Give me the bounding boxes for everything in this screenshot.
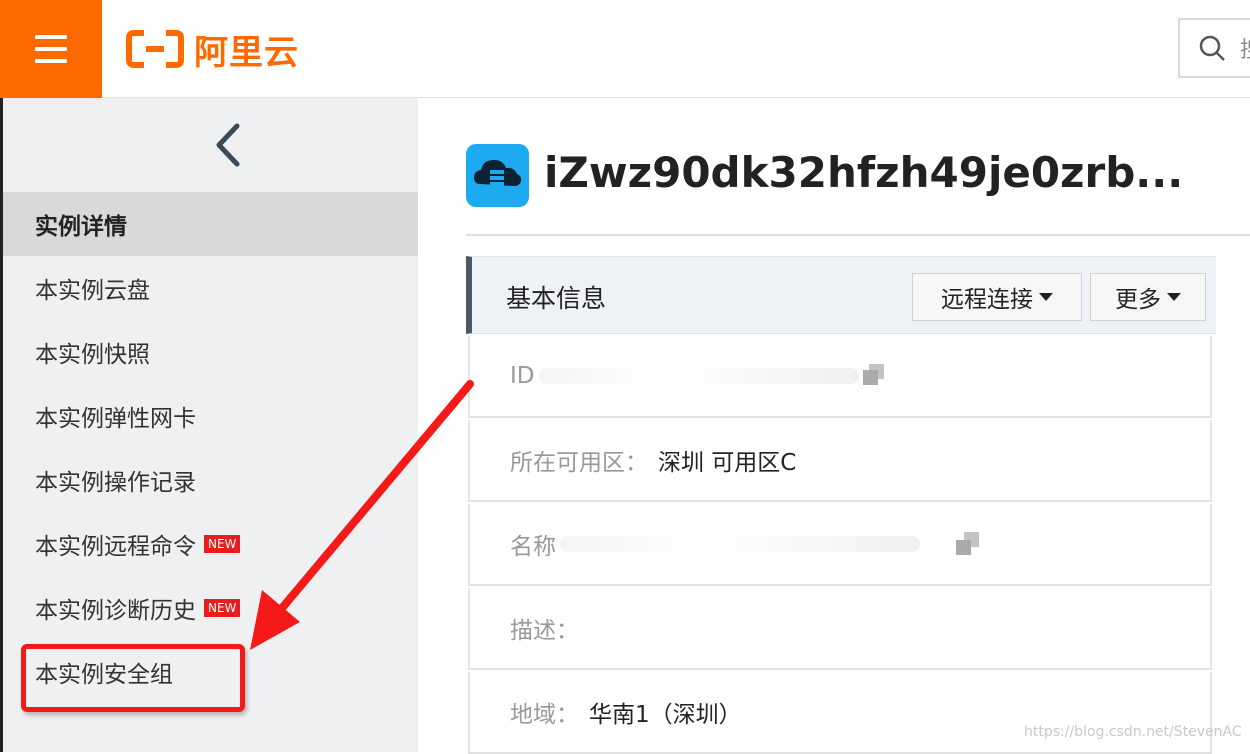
new-badge: NEW <box>204 535 241 553</box>
info-row-region: 地域： 华南1（深圳） <box>468 672 1212 754</box>
basic-info-header: 基本信息 远程连接 更多 <box>466 256 1216 334</box>
copy-icon[interactable] <box>862 364 887 388</box>
remote-connect-label: 远程连接 <box>941 287 1033 313</box>
sidebar-item-remote-commands[interactable]: 本实例远程命令 NEW <box>3 512 418 576</box>
id-label: ID <box>510 363 535 389</box>
zone-value: 深圳 可用区C <box>658 450 797 476</box>
annotation-highlight-box <box>21 644 245 712</box>
hamburger-menu-button[interactable] <box>0 0 102 98</box>
sidebar-item-snapshots[interactable]: 本实例快照 <box>3 320 418 384</box>
info-row-id: ID <box>468 336 1212 418</box>
info-row-zone: 所在可用区： 深圳 可用区C <box>468 420 1212 502</box>
chevron-left-icon[interactable] <box>209 120 249 170</box>
region-value: 华南1（深圳） <box>589 702 742 728</box>
info-row-name: 名称 <box>468 504 1212 586</box>
sidebar-item-label: 本实例弹性网卡 <box>35 406 196 432</box>
description-label: 描述： <box>510 618 579 644</box>
sidebar-item-diagnosis-history[interactable]: 本实例诊断历史 NEW <box>3 576 418 640</box>
name-label: 名称 <box>510 534 556 560</box>
more-button[interactable]: 更多 <box>1090 273 1206 321</box>
caret-down-icon <box>1039 293 1053 301</box>
remote-connect-button[interactable]: 远程连接 <box>912 273 1082 321</box>
cloud-server-icon <box>466 144 529 207</box>
logo-text: 阿里云 <box>194 32 299 73</box>
instance-title: iZwz90dk32hfzh49je0zrb... <box>544 148 1184 197</box>
new-badge: NEW <box>204 599 241 617</box>
zone-label: 所在可用区： <box>510 450 648 476</box>
redacted-name-value <box>560 536 920 552</box>
more-label: 更多 <box>1115 287 1161 313</box>
search-icon <box>1199 35 1225 61</box>
hamburger-icon <box>35 35 67 39</box>
sidebar: 实例详情 本实例云盘 本实例快照 本实例弹性网卡 本实例操作记录 本实例远程命令… <box>0 98 418 752</box>
caret-down-icon <box>1167 293 1181 301</box>
sidebar-item-label: 实例详情 <box>35 214 127 240</box>
info-row-description: 描述： <box>468 588 1212 670</box>
divider <box>466 234 1250 236</box>
sidebar-item-label: 本实例远程命令 <box>35 534 196 560</box>
sidebar-item-operation-log[interactable]: 本实例操作记录 <box>3 448 418 512</box>
aliyun-logo[interactable]: 阿里云 <box>126 26 299 73</box>
sidebar-item-label: 本实例诊断历史 <box>35 598 196 624</box>
sidebar-item-instance-details[interactable]: 实例详情 <box>3 192 418 256</box>
redacted-id-value <box>538 368 859 384</box>
watermark: https://blog.csdn.net/StevenAC <box>1024 724 1242 740</box>
basic-info-title: 基本信息 <box>506 284 607 313</box>
sidebar-item-label: 本实例操作记录 <box>35 470 196 496</box>
copy-icon[interactable] <box>956 532 980 556</box>
aliyun-logo-icon <box>126 30 184 68</box>
region-label: 地域： <box>510 702 579 728</box>
sidebar-item-disks[interactable]: 本实例云盘 <box>3 256 418 320</box>
sidebar-item-label: 本实例云盘 <box>35 278 150 304</box>
main-content: iZwz90dk32hfzh49je0zrb... 基本信息 远程连接 更多 I… <box>418 98 1250 754</box>
top-navigation-bar: 阿里云 搜 <box>0 0 1250 98</box>
search-placeholder: 搜 <box>1240 32 1250 64</box>
sidebar-item-eni[interactable]: 本实例弹性网卡 <box>3 384 418 448</box>
sidebar-item-label: 本实例快照 <box>35 342 150 368</box>
search-input[interactable]: 搜 <box>1178 18 1250 78</box>
